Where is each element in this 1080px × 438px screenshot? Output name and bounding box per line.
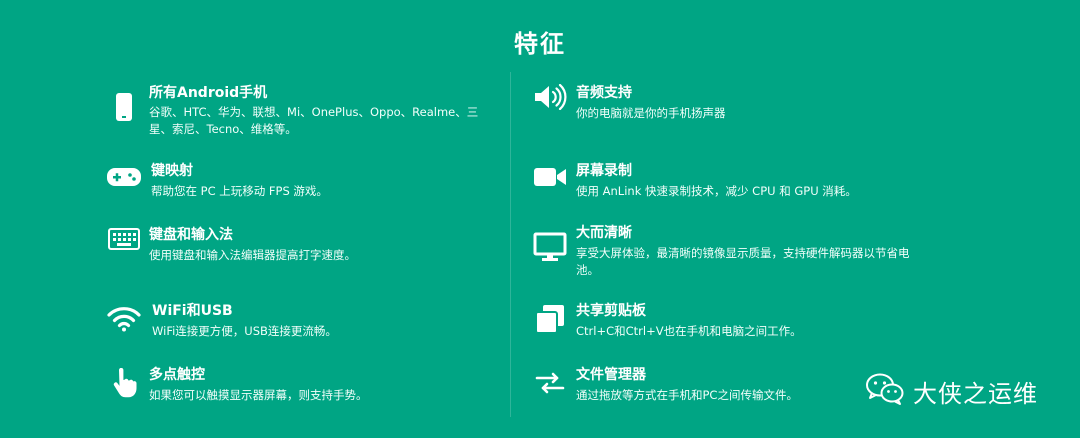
wechat-watermark: 大侠之运维 — [865, 372, 1038, 410]
feature-desc: Ctrl+C和Ctrl+V也在手机和电脑之间工作。 — [576, 324, 802, 338]
hand-pointer-icon — [107, 366, 141, 400]
feature-wifi-usb: WiFi和USB WiFi连接更方便，USB连接更流畅。 — [107, 300, 487, 340]
wechat-icon — [865, 372, 905, 410]
feature-multi-touch: 多点触控 如果您可以触摸显示器屏幕，则支持手势。 — [107, 364, 487, 404]
keyboard-icon — [107, 222, 141, 256]
gamepad-icon — [107, 160, 141, 194]
clipboard-icon — [533, 302, 567, 336]
feature-title: 文件管理器 — [576, 367, 646, 383]
feature-android-phones: 所有Android手机 谷歌、HTC、华为、联想、Mi、OnePlus、Oppo… — [107, 85, 487, 148]
feature-title: 屏幕录制 — [576, 163, 632, 179]
feature-desc: 你的电脑就是你的手机扬声器 — [576, 106, 726, 120]
feature-desc: 使用 AnLink 快速录制技术，减少 CPU 和 GPU 消耗。 — [576, 184, 857, 198]
column-divider — [510, 72, 511, 417]
feature-title: 音频支持 — [576, 85, 632, 101]
feature-title: 键映射 — [151, 163, 193, 179]
feature-file-manager: 文件管理器 通过拖放等方式在手机和PC之间传输文件。 — [533, 364, 913, 404]
video-camera-icon — [533, 160, 567, 194]
monitor-icon — [533, 230, 567, 264]
feature-large-clear: 大而清晰 享受大屏体验，最清晰的镜像显示质量，支持硬件解码器以节省电池。 — [533, 224, 913, 277]
feature-keyboard-ime: 键盘和输入法 使用键盘和输入法编辑器提高打字速度。 — [107, 224, 487, 264]
wifi-icon — [107, 302, 141, 336]
feature-title: 共享剪贴板 — [576, 303, 646, 319]
feature-title: WiFi和USB — [152, 303, 233, 319]
page-title: 特征 — [514, 30, 566, 58]
feature-title: 大而清晰 — [576, 225, 632, 241]
feature-title: 多点触控 — [149, 367, 205, 383]
feature-screen-recording: 屏幕录制 使用 AnLink 快速录制技术，减少 CPU 和 GPU 消耗。 — [533, 160, 913, 200]
feature-key-mapping: 键映射 帮助您在 PC 上玩移动 FPS 游戏。 — [107, 160, 487, 200]
phone-icon — [107, 90, 141, 124]
feature-desc: 谷歌、HTC、华为、联想、Mi、OnePlus、Oppo、Realme、三星、索… — [149, 105, 479, 136]
feature-audio-support: 音频支持 你的电脑就是你的手机扬声器 — [533, 82, 913, 122]
feature-desc: 使用键盘和输入法编辑器提高打字速度。 — [149, 248, 356, 262]
transfer-arrows-icon — [533, 366, 567, 400]
feature-desc: 如果您可以触摸显示器屏幕，则支持手势。 — [149, 388, 368, 402]
feature-desc: 享受大屏体验，最清晰的镜像显示质量，支持硬件解码器以节省电池。 — [576, 246, 910, 277]
feature-shared-clipboard: 共享剪贴板 Ctrl+C和Ctrl+V也在手机和电脑之间工作。 — [533, 300, 913, 340]
speaker-icon — [533, 80, 567, 114]
watermark-text: 大侠之运维 — [913, 379, 1038, 408]
feature-title: 所有Android手机 — [149, 85, 268, 101]
feature-desc: 通过拖放等方式在手机和PC之间传输文件。 — [576, 388, 798, 402]
feature-desc: WiFi连接更方便，USB连接更流畅。 — [152, 324, 337, 338]
feature-desc: 帮助您在 PC 上玩移动 FPS 游戏。 — [151, 184, 328, 198]
feature-title: 键盘和输入法 — [149, 227, 233, 243]
